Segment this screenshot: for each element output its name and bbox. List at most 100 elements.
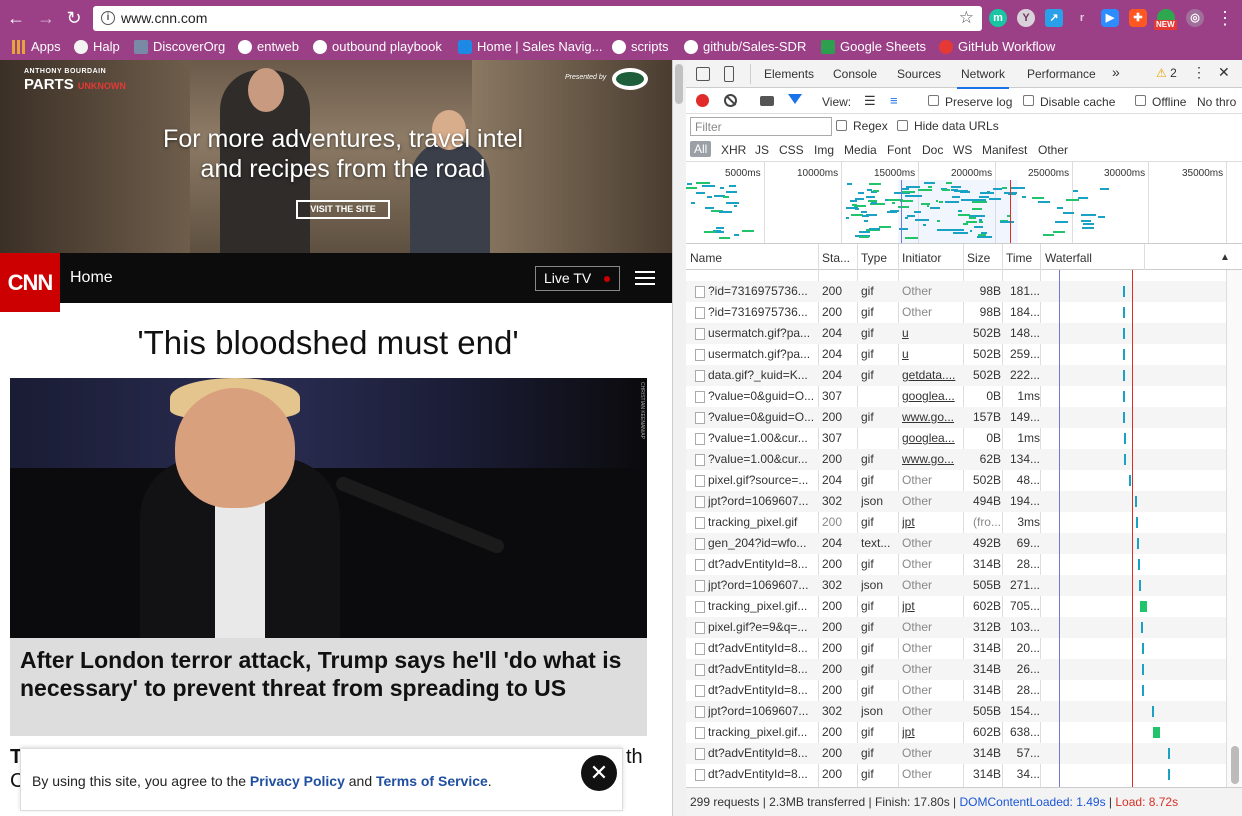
extension-hubspot-icon[interactable]: ✚ [1129,9,1147,27]
sort-up-icon[interactable]: ▲ [1220,252,1230,263]
overview-icon[interactable]: ≡ [890,93,898,108]
lead-story-image[interactable]: CHRISTIAN KEENAN/AP [10,378,647,638]
table-row[interactable]: jpt?ord=1069607... 302 json Other 505B 271... [686,575,1226,596]
bookmark-sales-navigator[interactable]: Home | Sales Navig... [458,39,602,54]
ad-banner[interactable]: ANTHONY BOURDAIN PARTS UNKNOWN Presented… [0,60,672,253]
lead-story-caption[interactable]: After London terror attack, Trump says h… [10,638,647,736]
table-row[interactable]: ?id=7316975736... 200 gif Other 98B 181... [686,281,1226,302]
tab-sources[interactable]: Sources [897,67,941,81]
tab-performance[interactable]: Performance [1027,67,1096,81]
clear-icon[interactable] [724,94,737,107]
more-tabs-icon[interactable]: » [1112,64,1120,80]
site-info-icon[interactable]: i [101,11,115,25]
bookmark-halp[interactable]: Halp [74,39,120,54]
tab-elements[interactable]: Elements [764,67,814,81]
capture-screenshots-icon[interactable] [760,96,774,106]
table-row[interactable]: dt?advEntityId=8... 200 gif Other 314B 28... [686,554,1226,575]
extension-y-icon[interactable]: Y [1017,9,1035,27]
bookmark-outbound-playbook[interactable]: outbound playbook [313,39,442,54]
table-row[interactable]: dt?advEntityId=8... 200 gif Other 314B 57... [686,743,1226,764]
col-size[interactable]: Size [967,251,990,265]
requests-scrollbar-thumb[interactable] [1231,746,1239,784]
type-filter-manifest[interactable]: Manifest [982,143,1027,157]
type-filter-doc[interactable]: Doc [922,143,943,157]
table-row[interactable]: pixel.gif?source=... 204 gif Other 502B 48... [686,470,1226,491]
table-row[interactable]: usermatch.gif?pa... 204 gif u 502B 148... [686,323,1226,344]
address-bar[interactable]: i www.cnn.com ☆ [93,6,982,31]
reload-icon[interactable]: ↻ [64,8,84,28]
ad-visit-site-button[interactable]: VISIT THE SITE [296,200,390,219]
large-rows-icon[interactable]: ☰ [864,93,876,109]
col-name[interactable]: Name [690,251,722,265]
extension-r-icon[interactable]: r [1073,9,1091,27]
col-waterfall[interactable]: Waterfall [1045,251,1092,265]
back-icon[interactable]: ← [6,8,26,28]
table-row[interactable]: dt?advEntityId=8... 200 gif Other 314B 26... [686,659,1226,680]
type-filter-xhr[interactable]: XHR [721,143,746,157]
col-status[interactable]: Sta... [822,251,850,265]
cookie-close-button[interactable]: ✕ [581,755,617,791]
page-scrollbar[interactable] [672,60,686,816]
bookmark-scripts[interactable]: scripts [612,39,669,54]
filter-input[interactable]: Filter [690,117,832,136]
col-time[interactable]: Time [1006,251,1032,265]
lead-story-title[interactable]: 'This bloodshed must end' [0,324,656,362]
table-row[interactable]: tracking_pixel.gif... 200 gif jpt 602B 705... [686,596,1226,617]
col-initiator[interactable]: Initiator [902,251,941,265]
type-filter-img[interactable]: Img [814,143,834,157]
forward-icon[interactable]: → [36,8,56,28]
hamburger-menu-icon[interactable] [635,271,655,285]
type-filter-all[interactable]: All [690,141,712,157]
table-row[interactable]: tracking_pixel.gif 200 gif jpt (fro... 3ms [686,512,1226,533]
bookmark-github-workflow[interactable]: GitHub Workflow [939,39,1055,54]
type-filter-js[interactable]: JS [755,143,769,157]
table-row[interactable]: jpt?ord=1069607... 302 json Other 494B 194... [686,491,1226,512]
col-type[interactable]: Type [861,251,887,265]
close-devtools-icon[interactable]: ✕ [1218,64,1230,81]
table-row[interactable]: tracking_pixel.gif... 200 gif jpt 602B 638... [686,722,1226,743]
network-overview-timeline[interactable]: 5000ms 10000ms 15000ms 20000ms 25000ms 30000m… [686,162,1242,244]
requests-scrollbar[interactable] [1226,270,1242,787]
url-text[interactable]: www.cnn.com [121,10,207,26]
page-scrollbar-thumb[interactable] [675,64,683,104]
type-filter-other[interactable]: Other [1038,143,1068,157]
filter-icon[interactable] [788,94,802,104]
devtools-menu-icon[interactable]: ⋮ [1192,64,1206,81]
device-toolbar-icon[interactable] [724,66,734,82]
offline-checkbox[interactable] [1135,95,1146,106]
type-filter-media[interactable]: Media [844,143,877,157]
type-filter-css[interactable]: CSS [779,143,804,157]
type-filter-ws[interactable]: WS [953,143,972,157]
bookmark-star-icon[interactable]: ☆ [959,8,974,28]
extension-grey-icon[interactable]: ◎ [1186,9,1204,27]
table-row[interactable]: ?value=0&guid=O... 307 googlea... 0B 1ms [686,386,1226,407]
preserve-log-checkbox[interactable] [928,95,939,106]
nav-home-link[interactable]: Home [70,269,113,287]
live-tv-button[interactable]: Live TV [535,266,620,291]
table-row[interactable]: ?value=0&guid=O... 200 gif www.go... 157B 149… [686,407,1226,428]
regex-checkbox[interactable] [836,120,847,131]
bookmark-entweb[interactable]: entweb [238,39,299,54]
table-row[interactable]: pixel.gif?e=9&q=... 200 gif Other 312B 103... [686,617,1226,638]
extension-share-icon[interactable]: ↗ [1045,9,1063,27]
table-row[interactable]: jpt?ord=1069607... 302 json Other 505B 154... [686,701,1226,722]
tab-network[interactable]: Network [956,67,1010,89]
table-row[interactable]: dt?advEntityId=8... 200 gif Other 314B 34... [686,764,1226,785]
type-filter-font[interactable]: Font [887,143,911,157]
bookmark-apps[interactable]: Apps [12,39,61,54]
privacy-policy-link[interactable]: Privacy Policy [250,773,345,789]
inspect-element-icon[interactable] [696,67,710,81]
table-row[interactable]: gen_204?id=wfo... 204 text... Other 492B 69..… [686,533,1226,554]
table-row[interactable]: dt?advEntityId=8... 200 gif Other 314B 20... [686,638,1226,659]
bookmark-google-sheets[interactable]: Google Sheets [821,39,926,54]
table-row[interactable]: dt?advEntityId=8... 200 gif Other 314B 28... [686,680,1226,701]
bookmark-discoverorg[interactable]: DiscoverOrg [134,39,225,54]
record-icon[interactable] [696,94,709,107]
browser-menu-icon[interactable]: ⋮ [1216,8,1234,29]
table-row[interactable]: usermatch.gif?pa... 204 gif u 502B 259... [686,344,1226,365]
extension-m-icon[interactable]: m [989,9,1007,27]
extension-zoom-icon[interactable]: ▶ [1101,9,1119,27]
cnn-logo[interactable]: CNN [0,253,60,312]
warnings-counter[interactable]: ⚠ 2 [1156,66,1177,80]
table-row[interactable]: ?value=1.00&cur... 200 gif www.go... 62B 134.… [686,449,1226,470]
